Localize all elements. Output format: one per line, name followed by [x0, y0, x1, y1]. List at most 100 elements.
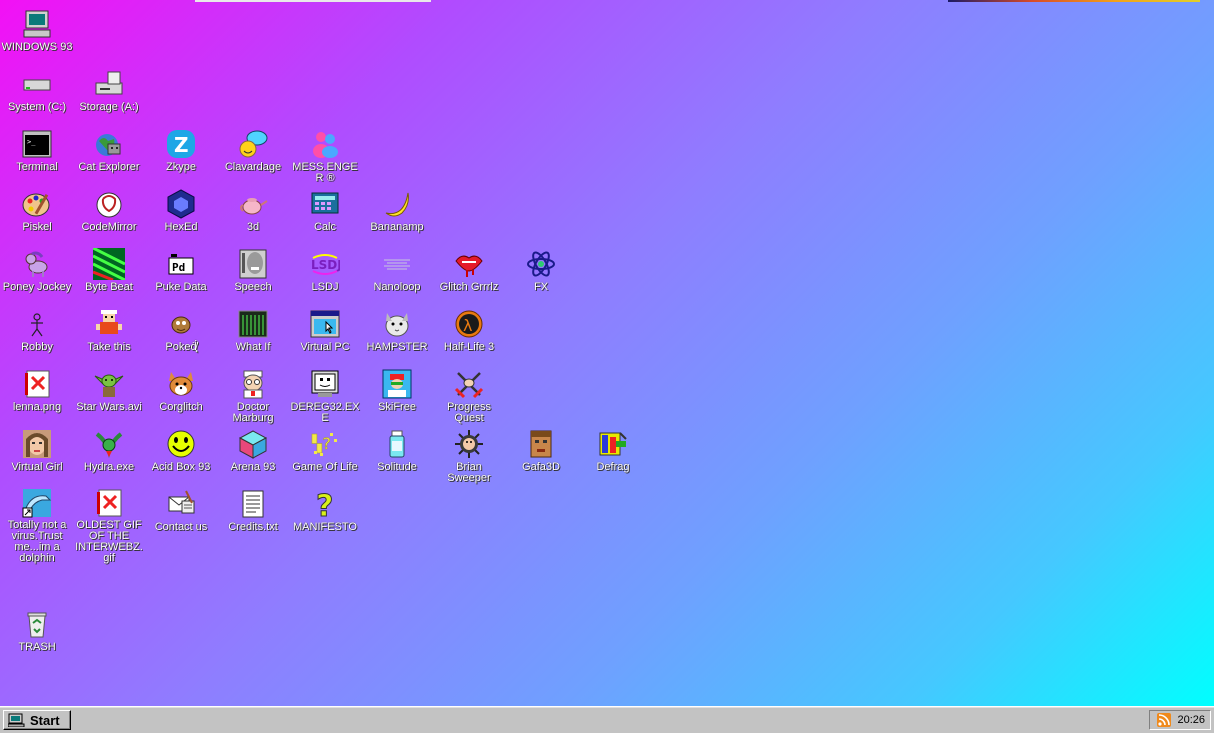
- desktop-icon-what-if[interactable]: What If: [217, 304, 289, 364]
- desktop-icon-game-of-life[interactable]: ▚? Game Of Life: [289, 424, 361, 484]
- icon-label: Byte Beat: [85, 281, 133, 293]
- desktop-icon-doctor-marburg[interactable]: Doctor Marburg: [217, 364, 289, 424]
- desktop-icon-piskel[interactable]: Piskel: [1, 184, 73, 244]
- icon-label: Gafa3D: [522, 461, 560, 473]
- desktop-icon-manifesto[interactable]: ? MANIFESTO: [289, 484, 361, 544]
- lips-icon: [453, 248, 485, 280]
- desktop-icon-fx[interactable]: FX: [505, 244, 577, 304]
- desktop-icon-puke-data[interactable]: Pd Puke Data: [145, 244, 217, 304]
- desktop-icon-poney-jockey[interactable]: Poney Jockey: [1, 244, 73, 304]
- icon-label: Totally not a virus.Trust me...im a dolp…: [7, 519, 67, 564]
- desktop-icon-corglitch[interactable]: Corglitch: [145, 364, 217, 424]
- desktop[interactable]: WINDOWS 93 System (C:) Storage (A:) >_ T…: [0, 0, 1214, 706]
- system-tray: 20:26: [1149, 710, 1211, 730]
- desktop-icon-poke[interactable]: Pokeḋ̸̨̛͔́: [145, 304, 217, 364]
- desktop-icon-zkype[interactable]: Z Zkype: [145, 124, 217, 184]
- desktop-icon-clavardage[interactable]: Clavardage: [217, 124, 289, 184]
- icon-label: Corglitch: [159, 401, 203, 413]
- lsdj-icon: LSDJ: [309, 248, 341, 280]
- take-this-icon: [93, 308, 125, 340]
- start-label: Start: [30, 712, 60, 728]
- start-button[interactable]: Start: [3, 710, 71, 730]
- byte-beat-icon: [93, 248, 125, 280]
- icon-label: Virtual Girl: [11, 461, 63, 473]
- calculator-icon: [309, 188, 341, 220]
- desktop-icon-star-wars[interactable]: Star Wars.avi: [73, 364, 145, 424]
- messenger-icon: [309, 128, 341, 160]
- codemirror-icon: [93, 188, 125, 220]
- desktop-icon-storage-a[interactable]: Storage (A:): [73, 64, 145, 124]
- desktop-icon-take-this[interactable]: Take this: [73, 304, 145, 364]
- top-strip-decoration: [948, 0, 1200, 2]
- icon-label: MESS.ENGER ®: [292, 161, 358, 184]
- desktop-icon-lenna[interactable]: lenna.png: [1, 364, 73, 424]
- pony-icon: [21, 248, 53, 280]
- virtual-pc-icon: [309, 308, 341, 340]
- icon-label: System (C:): [7, 101, 67, 113]
- icon-label: Defrag: [596, 461, 630, 473]
- icon-label: OLDEST GIF OF THE INTERWEBZ.gif: [75, 519, 143, 564]
- desktop-icon-virtual-girl[interactable]: Virtual Girl: [1, 424, 73, 484]
- desktop-icon-defrag[interactable]: Defrag: [577, 424, 649, 484]
- desktop-icon-lsdj[interactable]: LSDJ LSDJ: [289, 244, 361, 304]
- pd-icon: Pd: [165, 248, 197, 280]
- start-computer-icon: [7, 713, 26, 728]
- desktop-icon-terminal[interactable]: >_ Terminal: [1, 124, 73, 184]
- what-if-icon: [237, 308, 269, 340]
- desktop-icon-gafa3d[interactable]: Gafa3D: [505, 424, 577, 484]
- desktop-icon-byte-beat[interactable]: Byte Beat: [73, 244, 145, 304]
- desktop-icon-oldest-gif[interactable]: OLDEST GIF OF THE INTERWEBZ.gif: [73, 484, 145, 564]
- taskbar: Start 20:26: [0, 706, 1214, 733]
- desktop-icon-hampster[interactable]: HAMPSTER: [361, 304, 433, 364]
- desktop-icon-nanoloop[interactable]: Nanoloop: [361, 244, 433, 304]
- yoda-icon: [93, 368, 125, 400]
- desktop-icon-hexed[interactable]: HexEd: [145, 184, 217, 244]
- rss-icon[interactable]: [1157, 713, 1172, 727]
- desktop-icon-messenger[interactable]: MESS.ENGER ®: [289, 124, 361, 184]
- desktop-icon-progress-quest[interactable]: Progress Quest: [433, 364, 505, 424]
- desktop-icon-glitch-grrrlz[interactable]: Glitch Grrrlz: [433, 244, 505, 304]
- gif-file-icon: [93, 488, 125, 518]
- icon-label: Speech: [234, 281, 272, 293]
- desktop-icon-bananamp[interactable]: Bananamp: [361, 184, 433, 244]
- desktop-icon-calc[interactable]: Calc: [289, 184, 361, 244]
- desktop-icon-system-c[interactable]: System (C:): [1, 64, 73, 124]
- desktop-icon-codemirror[interactable]: CodeMirror: [73, 184, 145, 244]
- icon-label: Star Wars.avi: [76, 401, 142, 413]
- desktop-icon-trash[interactable]: TRASH: [1, 604, 73, 664]
- icon-label: Bananamp: [370, 221, 424, 233]
- desktop-icon-arena-93[interactable]: Arena 93: [217, 424, 289, 484]
- desktop-icon-solitude[interactable]: Solitude: [361, 424, 433, 484]
- icon-label: Acid Box 93: [151, 461, 211, 473]
- desktop-icon-dereg32[interactable]: DEREG32.EXE: [289, 364, 361, 424]
- contact-icon: [165, 488, 197, 520]
- desktop-icon-3d[interactable]: 3d: [217, 184, 289, 244]
- desktop-icon-contact-us[interactable]: Contact us: [145, 484, 217, 544]
- recycle-bin-icon: [21, 608, 53, 640]
- clock[interactable]: 20:26: [1177, 714, 1205, 726]
- icon-label: Half-Life 3: [443, 341, 495, 353]
- desktop-icon-skifree[interactable]: SkiFree: [361, 364, 433, 424]
- desktop-icon-windows93[interactable]: WINDOWS 93: [1, 4, 73, 64]
- icon-label: Storage (A:): [79, 101, 139, 113]
- desktop-icon-robby[interactable]: Robby: [1, 304, 73, 364]
- icon-label: Take this: [87, 341, 131, 353]
- poke-ball-icon: [165, 308, 197, 340]
- desktop-icon-virtual-pc[interactable]: Virtual PC: [289, 304, 361, 364]
- icon-label: Pokeḋ̸̨̛͔́: [165, 341, 197, 353]
- floppy-drive-icon: [93, 68, 125, 100]
- desktop-icon-brian-sweeper[interactable]: Brian Sweeper: [433, 424, 505, 484]
- icon-label: Virtual PC: [300, 341, 350, 353]
- desktop-icon-credits[interactable]: Credits.txt: [217, 484, 289, 544]
- half-life-icon: λ: [453, 308, 485, 340]
- desktop-icon-half-life-3[interactable]: λ Half-Life 3: [433, 304, 505, 364]
- icon-label: 3d: [246, 221, 260, 233]
- desktop-icon-speech[interactable]: Speech: [217, 244, 289, 304]
- desktop-icon-acid-box[interactable]: Acid Box 93: [145, 424, 217, 484]
- desktop-icon-hydra[interactable]: Hydra.exe: [73, 424, 145, 484]
- desktop-icon-cat-explorer[interactable]: Cat Explorer: [73, 124, 145, 184]
- icon-label: Terminal: [16, 161, 58, 173]
- icon-label: CodeMirror: [81, 221, 137, 233]
- desktop-icon-dolphin[interactable]: Totally not a virus.Trust me...im a dolp…: [1, 484, 73, 564]
- zkype-icon: Z: [165, 128, 197, 160]
